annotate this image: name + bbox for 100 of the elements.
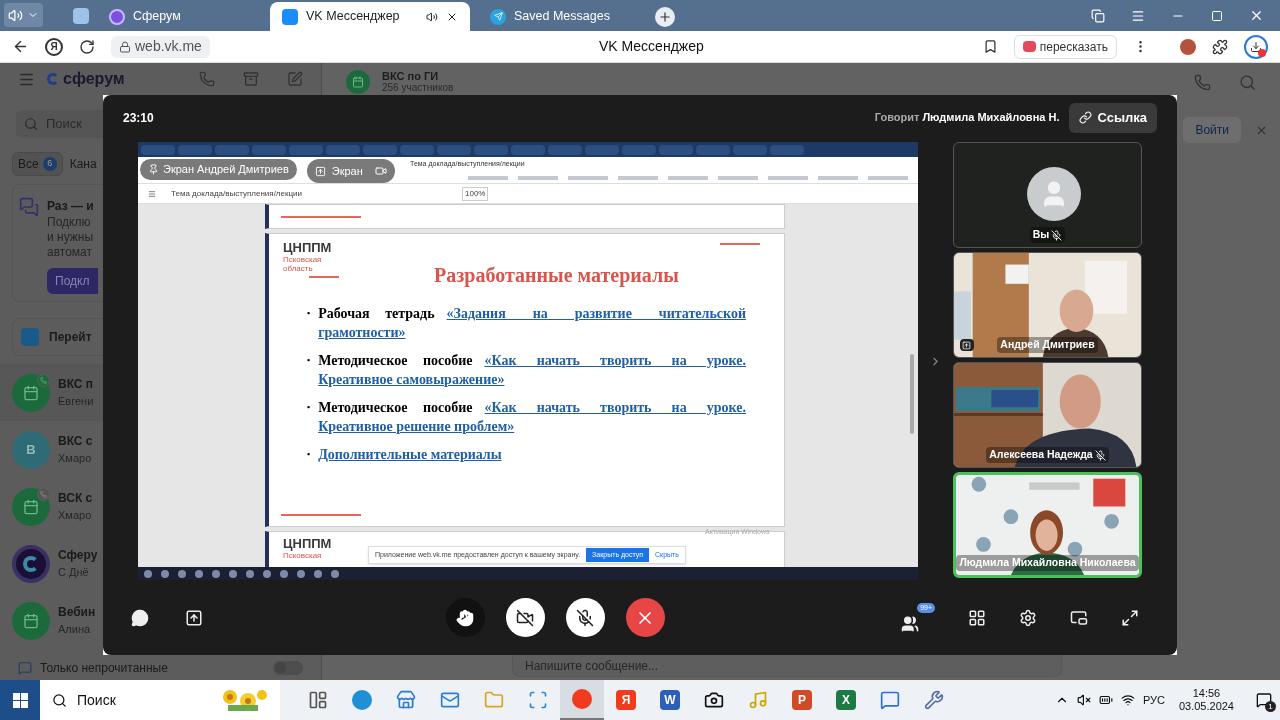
chat-avatar [12, 373, 50, 412]
archive-icon[interactable] [243, 71, 259, 87]
chat-avatar [12, 544, 50, 583]
document-link[interactable]: Креативное самовыражение» [318, 370, 505, 389]
volume-muted-icon[interactable] [1076, 693, 1091, 707]
app-tab-icon[interactable] [73, 8, 89, 24]
camera-icon [704, 690, 724, 710]
login-button[interactable]: Войти [1183, 117, 1241, 143]
mail-icon [440, 690, 460, 710]
connect-button[interactable]: Подкл [47, 268, 98, 294]
camera-button[interactable] [505, 598, 545, 637]
chat-title: Вебин [58, 604, 96, 622]
phone-icon[interactable] [1194, 73, 1211, 91]
menu-icon[interactable] [1131, 8, 1145, 23]
task-view-icon [308, 690, 328, 710]
participant-tile[interactable]: Андрей Дмитриев [952, 252, 1142, 358]
grid-icon[interactable] [968, 608, 986, 627]
mic-off-icon [576, 608, 594, 627]
language-indicator[interactable]: РУС [1142, 691, 1165, 709]
link-button[interactable]: Ссылка [1069, 102, 1157, 133]
speaker-label: Говорит [874, 110, 920, 126]
settings-icon[interactable] [1019, 608, 1037, 627]
chat-title: ВКС по ГИ [382, 70, 440, 82]
raise-hand-button[interactable] [445, 598, 485, 637]
taskbar-search-field[interactable]: Поиск [40, 680, 280, 720]
screen-pill[interactable]: Экран [306, 159, 395, 183]
search-icon [24, 117, 38, 131]
tabs-icon[interactable] [1091, 8, 1105, 23]
count-badge: 6 [42, 157, 57, 171]
document-link[interactable]: «Как начать творить на уроке. [484, 351, 746, 370]
clock-date[interactable]: 03.05.2024 [1178, 700, 1234, 713]
zoom-level: 100% [462, 186, 489, 201]
app-letter-icon: Я [616, 690, 636, 710]
unread-icon [18, 660, 32, 675]
participant-tile[interactable]: Вы [952, 142, 1142, 248]
notification-icon [1256, 692, 1272, 708]
battery-icon[interactable] [1098, 693, 1113, 707]
browser-tab[interactable]: Сферум [97, 2, 262, 31]
participant-name: Вы [1032, 227, 1050, 243]
share-screen-icon[interactable] [185, 608, 203, 627]
notifications-button[interactable]: 1 [1252, 688, 1276, 712]
back-icon[interactable] [12, 38, 29, 55]
unread-toggle[interactable] [273, 660, 303, 675]
compose-icon[interactable] [287, 71, 303, 87]
pip-icon[interactable] [1070, 608, 1088, 627]
fullscreen-icon[interactable] [1121, 608, 1139, 627]
presenter-pill: Экран Андрей Дмитриев [140, 159, 297, 180]
participant-name: Андрей Дмитриев [1000, 337, 1095, 353]
url-text: web.vk.me [135, 37, 202, 56]
document-link[interactable]: Дополнительные материалы [318, 445, 502, 464]
taskbar-app[interactable]: W [648, 680, 692, 720]
chat-avatar [12, 601, 50, 640]
participant-tile[interactable]: Алексеева Надежда [952, 362, 1142, 468]
logo-text: ЦНППМ [283, 538, 332, 550]
video-off-icon [516, 608, 534, 627]
bookmark-icon[interactable] [982, 39, 998, 54]
search-icon[interactable] [1239, 73, 1256, 91]
chat-bubbles-icon [19, 197, 39, 217]
new-tab-button[interactable] [655, 7, 675, 27]
document-link[interactable]: «Задания на развитие читательской [446, 304, 746, 323]
menu-icon[interactable] [148, 189, 156, 198]
download-icon[interactable] [1244, 34, 1268, 59]
clock-time[interactable]: 14:56 [1192, 687, 1221, 700]
reload-icon[interactable] [79, 38, 95, 55]
document-link[interactable]: Креативное решение проблем» [318, 417, 515, 436]
browser-tab[interactable]: Saved Messages [478, 2, 643, 31]
restore-icon[interactable] [1211, 9, 1223, 22]
browser-tab[interactable]: VK Мессенджер [270, 2, 470, 31]
tab-title: Сферум [133, 8, 181, 26]
summarize-button[interactable]: пересказать [1013, 34, 1117, 59]
puzzle-icon[interactable] [1212, 38, 1228, 55]
chat-avatar [12, 487, 50, 526]
extension-icon[interactable] [1180, 38, 1196, 55]
pdf-title: Тема доклада/выступления/лекции [171, 187, 302, 200]
browser-logo-button[interactable]: Я [45, 37, 63, 56]
end-call-button[interactable] [625, 598, 665, 637]
taskbar-app[interactable]: P [780, 680, 824, 720]
wifi-icon[interactable] [1120, 693, 1135, 707]
address-field[interactable]: web.vk.me [111, 35, 210, 58]
page-title: VK Мессенджер [597, 37, 705, 56]
plus-icon [658, 10, 672, 24]
scrollbar-thumb[interactable] [910, 354, 914, 434]
mic-button[interactable] [565, 598, 605, 637]
video-icon [374, 165, 387, 177]
taskbar-app[interactable]: X [824, 680, 868, 720]
brand-logo: сферум [47, 67, 125, 91]
logo-text: ЦНППМ [283, 240, 332, 255]
taskbar-app[interactable]: Я [604, 680, 648, 720]
hand-icon [456, 608, 474, 627]
phone-plus-icon[interactable] [199, 71, 215, 87]
scanner-icon [528, 690, 548, 710]
audio-menu-button[interactable] [4, 3, 43, 27]
speaker-name: Людмила Михайловна Н. [922, 110, 1060, 126]
filter-tab[interactable]: Все 6 [12, 152, 63, 176]
document-link[interactable]: «Как начать творить на уроке. [484, 398, 746, 417]
document-link[interactable]: грамотности» [318, 323, 406, 342]
browser-icon [572, 689, 592, 709]
chat-icon[interactable] [131, 608, 149, 627]
start-button[interactable] [0, 680, 40, 720]
app-icon [21, 328, 39, 346]
